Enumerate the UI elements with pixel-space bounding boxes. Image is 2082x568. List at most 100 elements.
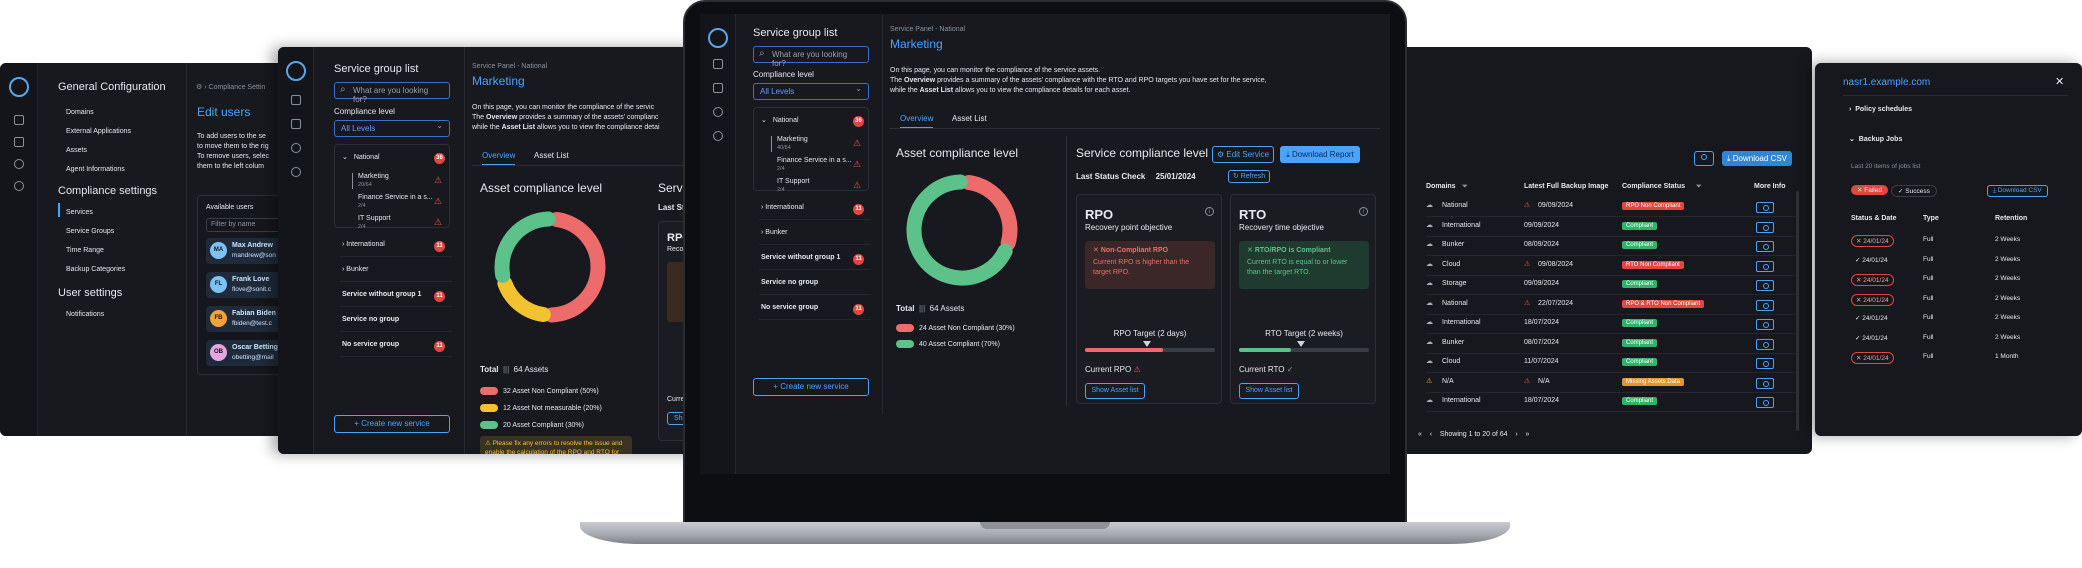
view-details-icon[interactable] — [1756, 299, 1774, 311]
filter-icon[interactable]: ⏷ — [1462, 183, 1468, 191]
view-details-icon[interactable] — [1756, 338, 1774, 350]
table-row[interactable]: ☁ International 09/09/2024 Compliant — [1426, 219, 1796, 237]
group-item[interactable]: No service group — [342, 341, 399, 348]
user-icon[interactable] — [291, 167, 301, 177]
table-row[interactable]: ☁ Storage 09/09/2024 Compliant — [1426, 277, 1796, 295]
tab-asset-list[interactable]: Asset List — [952, 114, 987, 123]
download-csv-button[interactable]: ⤓ Download CSV — [1722, 151, 1792, 166]
job-row[interactable]: ✓ 24/01/24 Full 2 Weeks — [1851, 311, 2071, 329]
table-row[interactable]: ☁ National ⚠ 09/09/2024 RPO Non Compliant — [1426, 199, 1796, 217]
config-item-domains[interactable]: Domains — [66, 103, 131, 122]
national-group[interactable]: ⌄ National — [761, 116, 799, 124]
view-details-icon[interactable] — [1756, 280, 1774, 291]
view-details-icon[interactable] — [1756, 260, 1774, 272]
dashboard-icon[interactable] — [14, 115, 24, 125]
compliance-level-select[interactable]: All Levels — [334, 120, 450, 137]
breadcrumb[interactable]: ⚙ › Compliance Settin — [196, 83, 265, 91]
download-report-button[interactable]: ⤓ Download Report — [1280, 146, 1360, 163]
group-item[interactable]: › International — [342, 241, 385, 248]
search-input[interactable]: What are you looking for? — [753, 46, 869, 68]
service-item[interactable]: IT Support — [358, 215, 391, 222]
prev-page-icon[interactable]: ‹ — [1430, 431, 1438, 438]
refresh-button[interactable]: ↻ Refresh — [1228, 170, 1270, 183]
create-service-button[interactable]: + Create new service — [753, 378, 869, 396]
tab-asset-list[interactable]: Asset List — [534, 151, 569, 160]
col-latest-backup[interactable]: Latest Full Backup Image — [1524, 183, 1608, 190]
group-item[interactable]: Service without group 1 — [761, 254, 840, 261]
service-item[interactable]: Finance Service in a s... — [777, 157, 852, 164]
user-item-notifications[interactable]: Notifications — [66, 311, 104, 318]
col-domains[interactable]: Domains — [1426, 183, 1456, 190]
job-row[interactable]: ✕ 24/01/24 Full 2 Weeks — [1851, 233, 2071, 251]
compliance-item-services[interactable]: Services — [66, 203, 125, 222]
next-page-icon[interactable]: › — [1509, 431, 1523, 438]
backup-jobs-section[interactable]: ⌄ Backup Jobs — [1849, 135, 1902, 143]
edit-service-button[interactable]: ⚙ Edit Service — [1212, 146, 1274, 163]
rpo-show-asset-list[interactable]: Show Asset list — [1085, 383, 1145, 399]
filter-success-chip[interactable]: ✓ Success — [1891, 185, 1937, 197]
service-item[interactable]: IT Support — [777, 178, 810, 185]
table-row[interactable]: ⚠ N/A ⚠ N/A Missing Assets Data — [1426, 375, 1796, 393]
view-details-icon[interactable] — [1756, 241, 1774, 252]
table-row[interactable]: ☁ National ⚠ 22/07/2024 RPO & RTO Non Compli… — [1426, 297, 1796, 315]
service-item[interactable]: Finance Service in a s... — [358, 194, 433, 201]
rto-show-asset-list[interactable]: Show Asset list — [1239, 383, 1299, 399]
service-item[interactable]: Marketing — [358, 173, 389, 180]
table-row[interactable]: ☁ Cloud 11/07/2024 Compliant — [1426, 355, 1796, 373]
user-icon[interactable] — [713, 131, 723, 141]
table-row[interactable]: ☁ Cloud ⚠ 09/08/2024 RTO Non Compliant — [1426, 258, 1796, 276]
filter-button[interactable] — [1694, 151, 1714, 166]
last-page-icon[interactable]: » — [1525, 431, 1529, 438]
policy-schedules-section[interactable]: › Policy schedules — [1849, 106, 1912, 113]
national-group[interactable]: ⌄ National — [342, 153, 380, 161]
gear-icon[interactable] — [291, 143, 301, 153]
table-row[interactable]: ☁ International 18/07/2024 Compliant — [1426, 394, 1796, 412]
info-icon[interactable]: i — [1205, 207, 1214, 216]
job-row[interactable]: ✕ 24/01/24 Full 2 Weeks — [1851, 292, 2071, 310]
gear-icon[interactable] — [713, 107, 723, 117]
service-item[interactable]: Marketing — [777, 136, 808, 143]
job-row[interactable]: ✓ 24/01/24 Full 2 Weeks — [1851, 253, 2071, 271]
table-row[interactable]: ☁ Bunker 08/09/2024 Compliant — [1426, 238, 1796, 256]
filter-icon[interactable]: ⏷ — [1696, 183, 1702, 191]
user-icon[interactable] — [14, 181, 24, 191]
config-item-external-apps[interactable]: External Applications — [66, 122, 131, 141]
chart-icon[interactable] — [713, 83, 723, 93]
tab-overview[interactable]: Overview — [900, 114, 934, 129]
job-row[interactable]: ✕ 24/01/24 Full 1 Month — [1851, 350, 2071, 368]
view-details-icon[interactable] — [1756, 397, 1774, 408]
group-item[interactable]: › Bunker — [342, 266, 368, 273]
group-item[interactable]: Service no group — [342, 316, 399, 323]
table-row[interactable]: ☁ International 18/07/2024 Compliant — [1426, 316, 1796, 334]
group-item[interactable]: Service without group 1 — [342, 291, 421, 298]
create-service-button[interactable]: + Create new service — [334, 415, 450, 433]
view-details-icon[interactable] — [1756, 358, 1774, 369]
chart-icon[interactable] — [291, 119, 301, 129]
job-row[interactable]: ✓ 24/01/24 Full 2 Weeks — [1851, 331, 2071, 349]
close-icon[interactable]: ✕ — [2055, 75, 2064, 88]
group-item[interactable]: No service group — [761, 304, 818, 311]
table-row[interactable]: ☁ Bunker 08/07/2024 Compliant — [1426, 336, 1796, 354]
view-details-icon[interactable] — [1756, 319, 1774, 330]
search-input[interactable]: What are you looking for? — [334, 82, 450, 104]
compliance-item-backup-categories[interactable]: Backup Categories — [66, 260, 125, 279]
scrollbar[interactable] — [1796, 191, 1799, 431]
group-item[interactable]: Service no group — [761, 279, 818, 286]
compliance-item-time-range[interactable]: Time Range — [66, 241, 125, 260]
config-item-agent-info[interactable]: Agent Informations — [66, 160, 131, 179]
dashboard-icon[interactable] — [291, 95, 301, 105]
gear-icon[interactable] — [14, 159, 24, 169]
group-item[interactable]: › Bunker — [761, 229, 787, 236]
filter-failed-chip[interactable]: ✕ Failed — [1851, 185, 1888, 195]
tab-overview[interactable]: Overview — [482, 151, 516, 166]
config-item-assets[interactable]: Assets — [66, 141, 131, 160]
compliance-item-service-groups[interactable]: Service Groups — [66, 222, 125, 241]
group-item[interactable]: › International — [761, 204, 804, 211]
view-details-icon[interactable] — [1756, 221, 1774, 233]
download-csv-button[interactable]: ⤓ Download CSV — [1987, 185, 2048, 197]
dashboard-icon[interactable] — [713, 59, 723, 69]
first-page-icon[interactable]: « — [1418, 431, 1428, 438]
compliance-level-select[interactable]: All Levels — [753, 83, 869, 100]
chart-icon[interactable] — [14, 137, 24, 147]
col-compliance-status[interactable]: Compliance Status — [1622, 183, 1685, 190]
